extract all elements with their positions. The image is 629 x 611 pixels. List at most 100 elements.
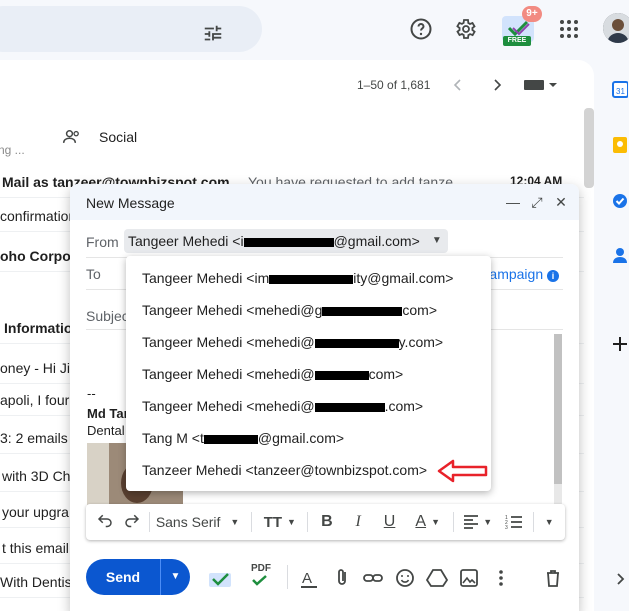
from-selector[interactable]: Tangeer Mehedi <i @gmail.com> ▼ [124,229,448,253]
redacted-block [269,274,354,284]
chevron-down-icon: ▼ [483,517,493,527]
from-value-end: @gmail.com> [333,233,420,249]
toolbar-divider [251,512,253,532]
red-arrow-annotation-icon [437,459,488,483]
chevron-down-icon: ▼ [230,517,240,527]
calendar-icon[interactable]: 31 [612,80,628,98]
email-sender: 3: 2 emails [0,430,68,446]
tracking-check-icon[interactable] [207,567,233,589]
to-label: To [86,266,101,282]
search-options-icon[interactable] [202,23,224,45]
redacted-block [203,434,258,444]
email-sender: Informatio [4,320,73,336]
social-people-icon[interactable] [62,127,82,147]
from-option-text: Tangeer Mehedi <mehedi@g [142,302,323,318]
underline-icon[interactable]: U [377,504,402,540]
from-option-text: y.com> [398,334,444,350]
insert-photo-icon[interactable] [458,567,480,589]
from-option[interactable]: Tangeer Mehedi <mehedi@ com> [126,358,491,390]
search-box[interactable] [0,6,262,52]
formatting-options-icon[interactable]: A [298,567,320,589]
email-sender: oney - Hi Jill [0,360,77,376]
signature-dash: -- [87,386,96,401]
expand-panel-chevron-icon[interactable] [616,572,626,586]
from-option[interactable]: Tangeer Mehedi <im ity@gmail.com> [126,262,491,294]
apps-grid-icon[interactable] [557,17,581,41]
text-color-glyph-icon: A [415,513,427,530]
compose-title: New Message [86,195,175,211]
send-options-chevron-icon[interactable]: ▼ [160,559,190,595]
newer-chevron-right-icon[interactable] [489,77,505,93]
minimize-icon[interactable]: — [505,193,521,211]
redacted-block [243,237,334,247]
fullscreen-icon[interactable]: ⤢ [529,193,545,211]
compose-header[interactable]: New Message — ⤢ ✕ [70,184,579,220]
redacted-block [314,338,399,348]
more-formatting-chevron-icon[interactable]: ▼ [540,504,559,540]
from-option-text: Tangeer Mehedi <mehedi@ [142,366,315,382]
from-label: From [86,234,119,250]
from-dropdown-menu: Tangeer Mehedi <im ity@gmail.com> Tangeer… [126,256,491,491]
numbered-list-icon[interactable]: 123 [501,504,526,540]
from-option-text: Tanzeer Mehedi <tanzeer@townbizspot.com> [142,462,428,478]
email-sender: oho Corpo [0,248,71,264]
from-option[interactable]: Tangeer Mehedi <mehedi@g com> [126,294,491,326]
insert-link-icon[interactable] [362,567,384,589]
svg-text:3: 3 [505,525,508,529]
contacts-icon[interactable] [612,246,628,264]
extension-badge-count: 9+ [522,6,542,22]
account-avatar[interactable] [603,13,629,43]
campaign-link[interactable]: ampaign i [489,266,559,282]
tab-social[interactable]: Social [99,129,137,145]
signature-dept: Dental [87,423,125,438]
discard-trash-icon[interactable] [542,567,564,589]
from-option-text: .com> [384,398,424,414]
from-option[interactable]: Tangeer Mehedi <mehedi@ .com> [126,390,491,422]
email-sender: with 3D Ch [2,468,71,484]
from-option-text: com> [402,302,438,318]
from-option-text: ity@gmail.com> [353,270,454,286]
text-color-icon[interactable]: A ▼ [408,504,447,540]
email-sender: apoli, I four [0,392,70,408]
attach-file-icon[interactable] [331,567,353,589]
campaign-label: ampaign [489,266,544,282]
settings-gear-icon[interactable] [453,17,477,41]
send-button[interactable]: Send [86,559,160,595]
redo-icon[interactable] [121,504,142,540]
pdf-check-icon [252,575,267,586]
email-sender: With Dentis [0,574,72,590]
redacted-block [322,306,403,316]
bold-icon[interactable]: B [314,504,339,540]
pdf-convert-icon[interactable]: PDF [248,563,274,589]
from-option[interactable]: Tangeer Mehedi <mehedi@ y.com> [126,326,491,358]
drive-icon[interactable] [426,567,448,589]
input-tools-keyboard-icon[interactable] [523,79,557,91]
add-app-plus-icon[interactable] [612,336,628,352]
from-value-start: Tangeer Mehedi <i [128,233,244,249]
mail-list-scrollbar[interactable] [584,108,594,188]
older-chevron-left-icon[interactable] [450,77,466,93]
chevron-down-icon: ▼ [287,517,296,527]
from-option[interactable]: Tang M <t @gmail.com> [126,422,491,454]
email-sender: confirmation [0,208,77,224]
align-icon[interactable]: ▼ [460,504,495,540]
action-divider [287,565,288,589]
help-icon[interactable] [409,17,433,41]
font-family-select[interactable]: Sans Serif ▼ [156,504,246,540]
body-scrollbar[interactable] [554,334,562,504]
top-bar: 9+ FREE [0,0,629,60]
from-option-text: Tangeer Mehedi <mehedi@ [142,398,315,414]
free-label: FREE [503,36,531,46]
undo-icon[interactable] [94,504,115,540]
font-size-icon[interactable]: TT ▼ [258,504,301,540]
toolbar-divider [148,512,150,532]
close-icon[interactable]: ✕ [553,193,569,211]
align-left-glyph-icon [464,515,479,529]
keep-notes-icon[interactable] [612,136,628,154]
tasks-icon[interactable] [612,192,628,210]
more-options-icon[interactable] [490,567,512,589]
from-option-text: com> [368,366,404,382]
emoji-icon[interactable] [394,567,416,589]
side-apps-rail: 31 [598,60,629,611]
italic-icon[interactable]: I [346,504,371,540]
